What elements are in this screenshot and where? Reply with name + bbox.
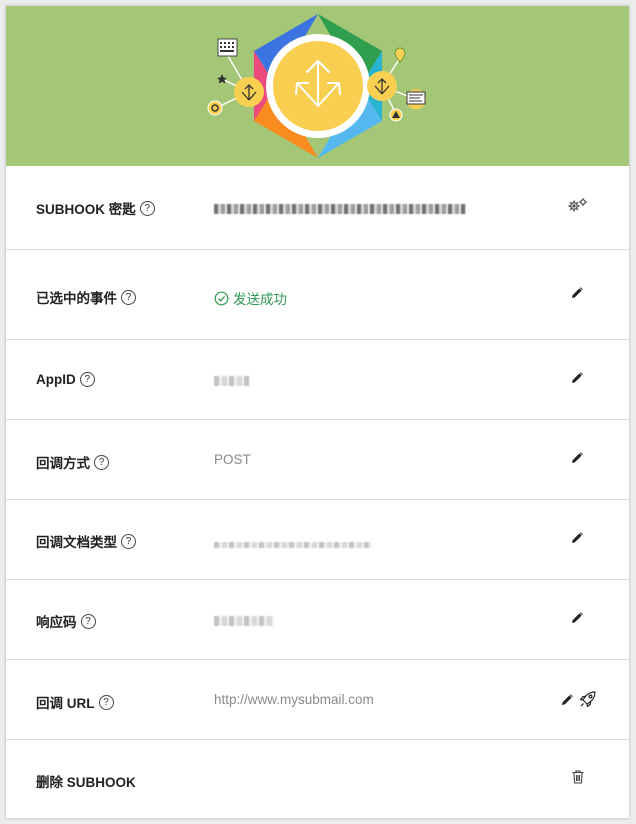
- subhook-key-label: SUBHOOK 密匙: [36, 202, 136, 217]
- pencil-icon: [572, 372, 583, 383]
- doctype-label-group: 回调文档类型 ?: [36, 531, 136, 551]
- delete-subhook-label: 删除 SUBHOOK: [36, 775, 136, 790]
- help-icon[interactable]: ?: [79, 372, 95, 387]
- callback-url-row: 回调 URL ? http://www.mysubmail.com: [6, 659, 629, 740]
- gears-icon: [568, 198, 587, 212]
- appid-row: AppID ?: [6, 339, 629, 420]
- edit-method-button[interactable]: [571, 452, 583, 464]
- pencil-icon: [572, 532, 583, 543]
- subhook-key-value: [214, 202, 466, 217]
- help-icon[interactable]: ?: [121, 533, 136, 549]
- pencil-icon: [572, 612, 583, 623]
- help-icon[interactable]: ?: [94, 454, 109, 470]
- help-icon[interactable]: ?: [121, 289, 136, 305]
- masked-response-code: [214, 616, 274, 626]
- callback-doctype-row: 回调文档类型 ?: [6, 499, 629, 580]
- callback-url-label: 回调 URL: [36, 696, 95, 711]
- selected-events-row: 已选中的事件 ? 发送成功: [6, 249, 629, 340]
- pencil-icon: [562, 693, 573, 705]
- url-label-group: 回调 URL ?: [36, 692, 114, 712]
- url-actions: [561, 690, 597, 713]
- delete-subhook-button[interactable]: [572, 770, 584, 784]
- test-url-button[interactable]: [579, 690, 597, 713]
- subhook-settings-card: SUBHOOK 密匙 ? 已选中的事件 ? 发送成功 AppID ? 回调方式 …: [6, 6, 629, 818]
- masked-appid: [214, 376, 250, 386]
- appid-label: AppID: [36, 372, 76, 387]
- response-code-row: 响应码 ?: [6, 579, 629, 660]
- masked-key-value: [214, 204, 466, 214]
- masked-doctype: [214, 542, 372, 548]
- pencil-icon: [572, 287, 583, 298]
- appid-label-group: AppID ?: [36, 372, 95, 387]
- method-label-group: 回调方式 ?: [36, 452, 109, 472]
- delete-subhook-row: 删除 SUBHOOK: [6, 739, 629, 819]
- pencil-icon: [572, 452, 583, 463]
- subhook-key-label-group: SUBHOOK 密匙 ?: [36, 198, 155, 218]
- edit-response-button[interactable]: [571, 612, 583, 624]
- response-code-value: [214, 614, 274, 629]
- trash-icon: [572, 770, 584, 784]
- response-code-label: 响应码: [36, 615, 77, 630]
- events-label-group: 已选中的事件 ?: [36, 287, 136, 307]
- appid-value: [214, 374, 250, 389]
- help-icon[interactable]: ?: [80, 613, 96, 629]
- events-status-text: 发送成功: [233, 292, 287, 307]
- callback-method-label: 回调方式: [36, 456, 90, 471]
- callback-method-value: POST: [214, 452, 251, 467]
- callback-doctype-value: [214, 536, 372, 551]
- selected-events-label: 已选中的事件: [36, 291, 117, 306]
- help-icon[interactable]: ?: [139, 200, 155, 216]
- edit-doctype-button[interactable]: [571, 532, 583, 544]
- callback-url-value: http://www.mysubmail.com: [214, 692, 374, 707]
- callback-method-row: 回调方式 ? POST: [6, 419, 629, 500]
- events-status: 发送成功: [214, 288, 287, 308]
- subhook-hexagon-logo: [207, 14, 426, 158]
- check-circle-icon: [214, 291, 229, 305]
- subhook-key-row: SUBHOOK 密匙 ?: [6, 166, 629, 248]
- edit-events-button[interactable]: [571, 287, 583, 299]
- response-label-group: 响应码 ?: [36, 611, 96, 631]
- edit-url-button[interactable]: [561, 693, 573, 711]
- edit-appid-button[interactable]: [571, 372, 583, 384]
- callback-doctype-label: 回调文档类型: [36, 535, 117, 550]
- rocket-icon: [579, 691, 596, 708]
- subhook-banner: [6, 6, 629, 166]
- regenerate-key-button[interactable]: [567, 197, 589, 213]
- help-icon[interactable]: ?: [98, 694, 114, 710]
